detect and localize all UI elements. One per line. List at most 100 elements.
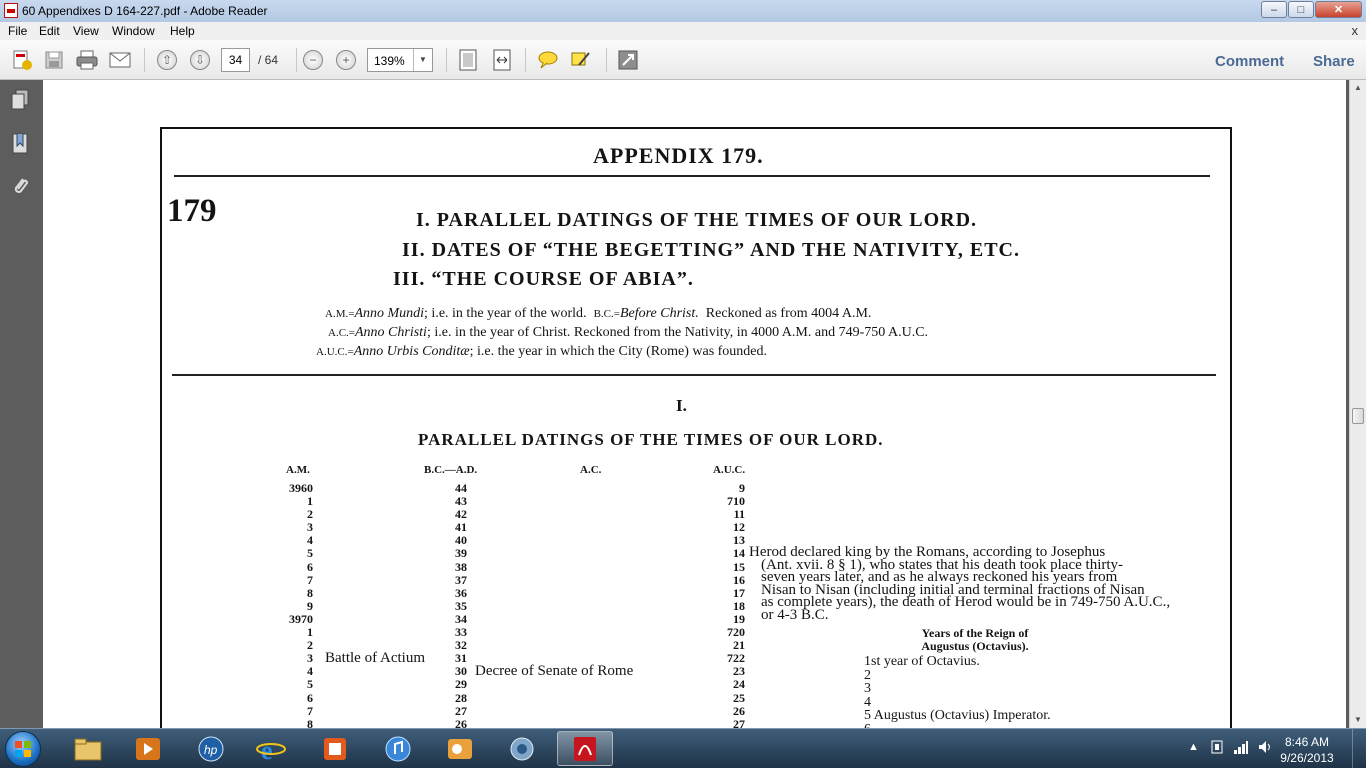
toolbar: ⇧ ⇩ − + — [0, 40, 1366, 112]
header-rule — [174, 175, 1210, 177]
menu-bar: File Edit View Window Help x — [0, 22, 1366, 40]
fit-width-icon[interactable] — [490, 48, 514, 72]
menu-edit[interactable]: Edit — [39, 24, 60, 38]
section-number: I. — [676, 396, 687, 415]
augustus-year-cell: 2 — [864, 667, 871, 683]
heading-1: I. PARALLEL DATINGS OF THE TIMES OF OUR … — [416, 209, 978, 231]
vertical-scrollbar[interactable]: ▲ ▼ — [1349, 80, 1366, 728]
previous-page-icon[interactable]: ⇧ — [155, 48, 179, 72]
show-hidden-icons[interactable]: ▲ — [1188, 741, 1199, 753]
hp-icon[interactable]: hp — [183, 731, 239, 766]
close-button[interactable]: ✕ — [1315, 1, 1362, 18]
save-icon[interactable] — [42, 48, 66, 72]
am-year-cell: 6 — [307, 559, 313, 574]
bc-year-cell: 35 — [455, 598, 467, 613]
zoom-select[interactable]: 139% ▼ — [367, 48, 433, 72]
network-status-icon[interactable] — [1233, 739, 1249, 758]
am-year-cell: 8 — [307, 716, 313, 728]
am-year-cell: 5 — [307, 546, 313, 561]
clock-date: 9/26/2013 — [1280, 751, 1334, 765]
bc-year-cell: 36 — [455, 585, 467, 600]
window-title: 60 Appendixes D 164-227.pdf - Adobe Read… — [22, 4, 268, 18]
internet-explorer-icon[interactable]: e — [243, 731, 299, 766]
section-rule — [172, 374, 1216, 376]
zoom-value: 139% — [374, 54, 405, 68]
highlight-icon[interactable] — [569, 48, 593, 72]
volume-icon[interactable] — [1257, 739, 1273, 758]
windows-explorer-icon[interactable] — [60, 731, 116, 766]
bookmarks-icon[interactable] — [9, 132, 31, 156]
augustus-year-cell: 3 — [864, 681, 871, 696]
fit-page-icon[interactable] — [456, 48, 480, 72]
menu-file[interactable]: File — [8, 24, 27, 38]
abbreviation-line-3: A.U.C.=Anno Urbis Conditæ; i.e. the year… — [316, 344, 768, 359]
years-of-reign-line: Augustus (Octavius). — [921, 639, 1029, 653]
sticky-note-icon[interactable] — [536, 48, 560, 72]
am-year-cell: 8 — [307, 585, 313, 600]
scroll-down-arrow-icon[interactable]: ▼ — [1351, 712, 1365, 728]
office-icon[interactable] — [307, 731, 363, 766]
print-icon[interactable] — [75, 48, 99, 72]
share-button[interactable]: Share — [1313, 53, 1355, 70]
section-title: PARALLEL DATINGS OF THE TIMES OF OUR LOR… — [418, 430, 884, 449]
auc-year-cell: 15 — [733, 559, 745, 574]
close-document-icon[interactable]: x — [1352, 23, 1359, 38]
svg-text:hp: hp — [204, 743, 218, 757]
bc-ad-column: 44 43 42 41 40 39 38 37 36 35 34 33 32 31 30 29 28 27 26 — [439, 481, 467, 728]
column-header-ac: A.C. — [580, 464, 602, 476]
battle-of-actium-label: Battle of Actium — [325, 650, 425, 666]
pdf-page: APPENDIX 179. 179 I. PARALLEL DATINGS OF… — [43, 80, 1346, 728]
start-button[interactable] — [5, 731, 41, 767]
toolbar-separator — [606, 48, 607, 72]
next-page-icon[interactable]: ⇩ — [188, 48, 212, 72]
adobe-reader-icon[interactable] — [557, 731, 613, 766]
toolbar-separator — [296, 48, 297, 72]
expand-icon[interactable] — [616, 48, 640, 72]
bc-year-cell: 28 — [455, 690, 467, 705]
action-center-icon[interactable] — [1210, 739, 1224, 758]
network-icon[interactable] — [494, 731, 550, 766]
menu-view[interactable]: View — [73, 24, 99, 38]
auc-year-cell: 24 — [733, 677, 745, 692]
maximize-button[interactable]: □ — [1288, 1, 1314, 18]
scroll-up-arrow-icon[interactable]: ▲ — [1351, 80, 1365, 96]
comment-button[interactable]: Comment — [1215, 53, 1284, 70]
heading-3: III. “THE COURSE OF ABIA”. — [393, 268, 694, 290]
column-header-auc: A.U.C. — [713, 464, 746, 476]
abbreviation-line-2: A.C.=Anno Christi; i.e. in the year of C… — [328, 325, 929, 340]
navigation-pane — [0, 80, 44, 728]
zoom-out-icon[interactable]: − — [301, 48, 325, 72]
attachments-icon[interactable] — [9, 174, 31, 198]
toolbar-separator — [525, 48, 526, 72]
taskbar: hp e ▲ 8:46 AM 9/26/2013 — [0, 728, 1366, 768]
menu-help[interactable]: Help — [170, 24, 195, 38]
outlook-icon[interactable] — [432, 731, 488, 766]
pages-icon[interactable] — [9, 88, 31, 112]
auc-year-cell: 18 — [733, 598, 745, 613]
bc-year-cell: 38 — [455, 559, 467, 574]
zoom-in-icon[interactable]: + — [334, 48, 358, 72]
page-number-input[interactable]: 34 — [221, 48, 250, 72]
herod-note: Herod declared king by the Romans, accor… — [749, 545, 1170, 623]
itunes-icon[interactable] — [370, 731, 426, 766]
am-year-cell: 7 — [307, 572, 313, 587]
bc-year-cell: 37 — [455, 572, 467, 587]
abbreviation-line-1: A.M.=Anno Mundi; i.e. in the year of the… — [325, 306, 872, 321]
heading-2: II. DATES OF “THE BEGETTING” AND THE NAT… — [402, 239, 1021, 261]
document-viewport[interactable]: APPENDIX 179. 179 I. PARALLEL DATINGS OF… — [43, 80, 1349, 728]
years-of-reign-title: Years of the Reign of Augustus (Octavius… — [855, 627, 1095, 653]
minimize-button[interactable]: – — [1261, 1, 1287, 18]
am-year-cell: 7 — [307, 703, 313, 718]
am-year-cell: 9 — [307, 598, 313, 613]
augustus-years-column: 1st year of Octavius. 2 3 4 5 Augustus (Octa… — [864, 655, 1051, 728]
toolbar-separator — [144, 48, 145, 72]
media-center-icon[interactable] — [120, 731, 176, 766]
scroll-thumb[interactable] — [1352, 408, 1364, 424]
create-pdf-icon[interactable] — [10, 48, 34, 72]
menu-window[interactable]: Window — [112, 24, 155, 38]
email-icon[interactable] — [108, 48, 132, 72]
show-desktop-button[interactable] — [1352, 729, 1366, 768]
chevron-down-icon[interactable]: ▼ — [413, 49, 432, 71]
augustus-year-cell: 1st year of Octavius. — [864, 654, 980, 669]
system-clock[interactable]: 8:46 AM 9/26/2013 — [1275, 734, 1339, 766]
